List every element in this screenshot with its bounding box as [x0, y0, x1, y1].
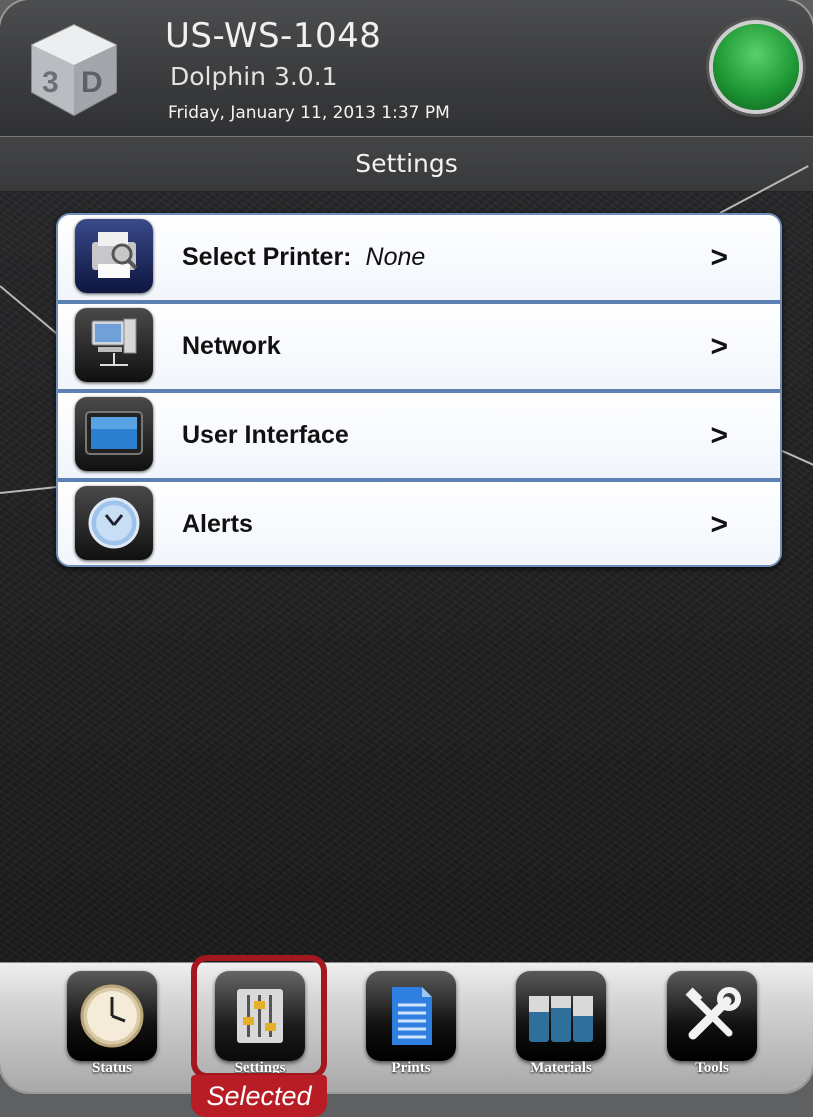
- chevron-right-icon[interactable]: >: [710, 215, 728, 300]
- menu-item-label: User Interface: [182, 421, 349, 449]
- svg-text:3: 3: [42, 66, 59, 99]
- document-icon: [366, 971, 456, 1061]
- selected-highlight: [191, 955, 327, 1079]
- date-time: Friday, January 11, 2013 1:37 PM: [168, 103, 450, 123]
- tab-label: Status: [91, 1060, 132, 1076]
- hostname: US-WS-1048: [165, 16, 382, 56]
- settings-menu: Select Printer: None > Network > User In…: [56, 213, 782, 567]
- cartridges-icon: [516, 971, 606, 1061]
- menu-item-user-interface[interactable]: User Interface >: [58, 393, 780, 482]
- tools-icon: [667, 971, 757, 1061]
- selected-tag: Selected: [191, 1075, 327, 1117]
- svg-text:D: D: [81, 66, 103, 99]
- software-version: Dolphin 3.0.1: [170, 62, 338, 91]
- tab-materials[interactable]: Materials: [516, 971, 606, 1079]
- select-printer-label: Select Printer:: [182, 243, 352, 271]
- menu-item-alerts[interactable]: Alerts >: [58, 482, 780, 565]
- selected-printer-value: None: [365, 243, 426, 271]
- clock-icon: [67, 971, 157, 1061]
- chevron-right-icon[interactable]: >: [710, 304, 728, 389]
- clock-icon: [75, 486, 153, 560]
- device-frame: 3 D US-WS-1048 Dolphin 3.0.1 Friday, Jan…: [0, 0, 813, 1092]
- bottom-tab-bar: Status Settings Prints Materials Tools: [0, 962, 813, 1092]
- menu-item-select-printer[interactable]: Select Printer: None >: [58, 215, 780, 304]
- menu-item-label: Alerts: [182, 510, 253, 538]
- tab-prints[interactable]: Prints: [366, 971, 456, 1079]
- printer-icon: [75, 219, 153, 293]
- network-computer-icon: [75, 308, 153, 382]
- chevron-right-icon[interactable]: >: [710, 393, 728, 478]
- menu-item-label: Select Printer: None: [182, 215, 425, 300]
- menu-item-label: Network: [182, 332, 281, 360]
- chevron-right-icon[interactable]: >: [710, 482, 728, 565]
- tab-label: Tools: [695, 1060, 729, 1076]
- status-indicator-icon[interactable]: [713, 24, 799, 110]
- tab-status[interactable]: Status: [67, 971, 157, 1079]
- monitor-icon: [75, 397, 153, 471]
- tab-label: Prints: [391, 1060, 431, 1076]
- tab-label: Materials: [530, 1060, 592, 1076]
- cube-logo-icon: 3 D: [31, 23, 117, 117]
- menu-item-network[interactable]: Network >: [58, 304, 780, 393]
- header: 3 D US-WS-1048 Dolphin 3.0.1 Friday, Jan…: [0, 0, 813, 137]
- page-title: Settings: [0, 137, 813, 192]
- tab-tools[interactable]: Tools: [667, 971, 757, 1079]
